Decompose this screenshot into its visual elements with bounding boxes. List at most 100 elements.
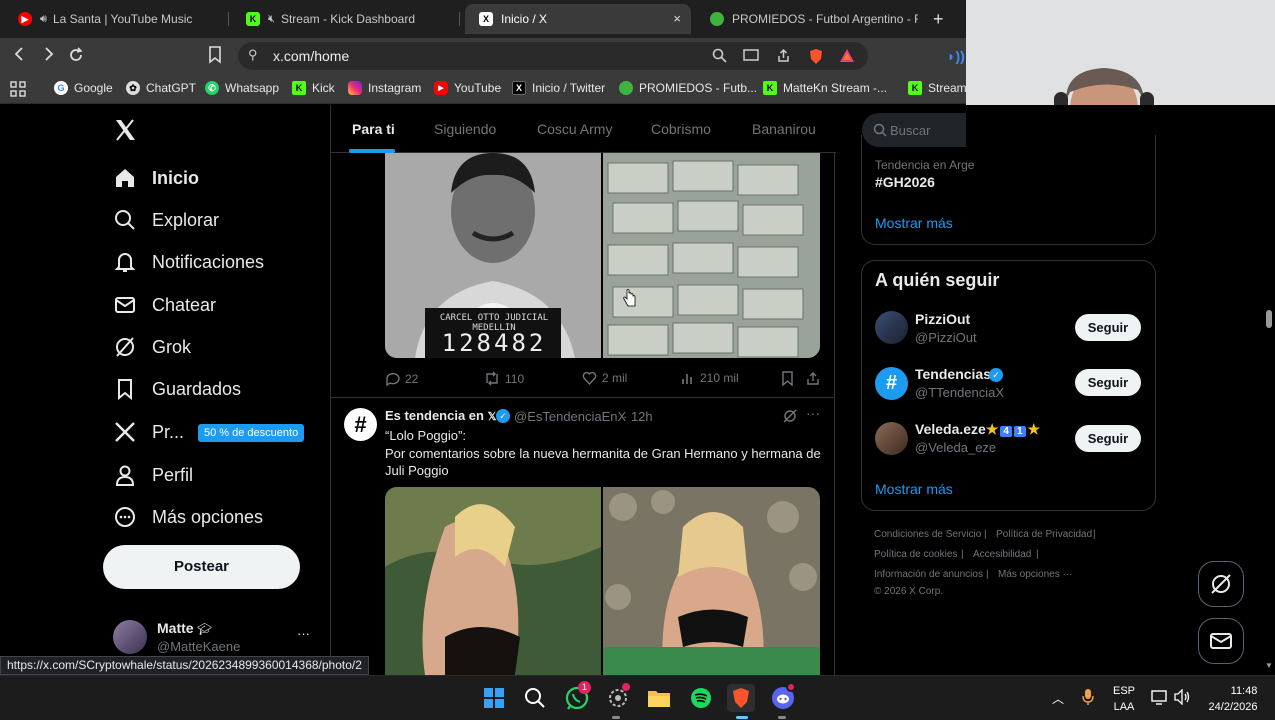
tab-promiedos[interactable]: PROMIEDOS - Futbol Argentino - Fixt [696, 4, 918, 34]
windows-start-icon[interactable] [480, 684, 508, 712]
suggestion-name[interactable]: Tendencias [915, 366, 991, 382]
input-language[interactable]: ESP [1112, 685, 1136, 697]
scrollbar-thumb[interactable] [1266, 310, 1272, 328]
tab-cobrismo[interactable]: Cobrismo [651, 121, 711, 137]
messages-fab-button[interactable] [1198, 618, 1244, 664]
zoom-icon[interactable] [710, 48, 728, 66]
tab-inicio-x[interactable]: X Inicio / X × [465, 4, 691, 34]
keyboard-layout[interactable]: LAA [1112, 701, 1136, 713]
apps-grid-icon[interactable] [10, 81, 26, 102]
leo-ai-icon[interactable]: ◗)) [947, 48, 965, 64]
post-button[interactable]: Postear [103, 545, 300, 589]
address-bar[interactable]: ⚲ x.com/home [238, 42, 868, 70]
footer-cookies-link[interactable]: Política de cookies [874, 549, 957, 560]
sidebar-item-perfil[interactable]: Perfil [112, 458, 193, 492]
footer-privacy-link[interactable]: Política de Privacidad [996, 529, 1092, 540]
x-logo-icon[interactable] [114, 119, 136, 146]
network-icon[interactable] [1151, 689, 1169, 710]
bookmark-page-button[interactable] [205, 46, 225, 66]
sidebar-item-grok[interactable]: Grok [112, 330, 191, 364]
show-hidden-icons-chevron-icon[interactable]: ︿ [1052, 690, 1064, 707]
bookmark-inicio-twitter[interactable]: X Inicio / Twitter [512, 81, 605, 95]
close-tab-icon[interactable]: × [673, 11, 681, 26]
forward-button[interactable] [38, 46, 58, 66]
avatar[interactable] [875, 311, 908, 344]
bookmark-youtube[interactable]: ▶ YouTube [434, 81, 501, 95]
trend-hashtag[interactable]: #GH2026 [875, 174, 935, 190]
post-image-money[interactable] [603, 153, 820, 358]
cast-icon[interactable] [742, 48, 760, 66]
avatar[interactable] [113, 620, 147, 654]
sidebar-item-mas-opciones[interactable]: Más opciones [112, 500, 263, 534]
bookmark-stream[interactable]: K Stream [908, 81, 967, 95]
page-scrollbar[interactable]: ▼ [1262, 105, 1275, 675]
tab-coscu-army[interactable]: Coscu Army [537, 121, 612, 137]
share-post-icon[interactable] [806, 371, 820, 391]
sidebar-item-explorar[interactable]: Explorar [112, 203, 219, 237]
taskbar-settings-icon[interactable] [604, 683, 632, 712]
avatar[interactable]: # [875, 367, 908, 400]
microphone-icon[interactable] [1082, 688, 1094, 711]
clock-date[interactable]: 24/2/2026 [1200, 701, 1266, 713]
post-more-icon[interactable]: ··· [806, 405, 820, 421]
taskbar-file-explorer-icon[interactable] [645, 684, 673, 712]
clock-time[interactable]: 11:48 [1222, 685, 1266, 697]
new-tab-button[interactable]: + [933, 9, 944, 30]
footer-accessibility-link[interactable]: Accesibilidad [973, 549, 1031, 560]
sidebar-item-premium[interactable]: Pr... [112, 415, 184, 449]
tab-bananirou[interactable]: Bananirou [752, 121, 816, 137]
bookmark-post-icon[interactable] [781, 371, 794, 391]
footer-ads-link[interactable]: Información de anuncios [874, 569, 983, 580]
brave-rewards-icon[interactable] [838, 48, 856, 66]
show-more-trends[interactable]: Mostrar más [875, 215, 953, 231]
bookmark-chatgpt[interactable]: ✿ ChatGPT [126, 81, 196, 95]
reload-button[interactable] [66, 46, 86, 66]
tab-youtube-music[interactable]: ▶ 🔊︎ La Santa | YouTube Music [4, 4, 229, 34]
sidebar-item-chatear[interactable]: Chatear [112, 288, 216, 322]
taskbar-search-icon[interactable] [521, 684, 549, 712]
site-info-icon[interactable]: ⚲ [248, 47, 258, 63]
views-button[interactable]: 210 mil [681, 371, 739, 385]
taskbar-spotify-icon[interactable] [687, 684, 715, 712]
suggestion-name[interactable]: Veleda.eze★ 4 1 ★ [915, 421, 1040, 438]
brave-shields-icon[interactable] [807, 48, 825, 66]
grok-fab-button[interactable] [1198, 561, 1244, 607]
reply-button[interactable]: 22 [385, 371, 418, 386]
repost-button[interactable]: 110 [484, 371, 524, 386]
follow-button[interactable]: Seguir [1075, 369, 1141, 396]
bookmark-promiedos[interactable]: PROMIEDOS - Futb... [619, 81, 757, 95]
sidebar-item-guardados[interactable]: Guardados [112, 372, 241, 406]
bookmark-mattekn-stream[interactable]: K MatteKn Stream -... [763, 81, 887, 95]
bookmark-instagram[interactable]: Instagram [348, 81, 421, 95]
post-image-left[interactable] [385, 487, 601, 675]
footer-terms-link[interactable]: Condiciones de Servicio [874, 529, 981, 540]
grok-explain-icon[interactable] [783, 409, 797, 428]
taskbar-whatsapp-icon[interactable]: 1 [563, 681, 591, 712]
back-button[interactable] [10, 46, 30, 66]
tab-kick-dashboard[interactable]: K 🔇︎ Stream - Kick Dashboard [232, 4, 460, 34]
taskbar-brave-icon[interactable] [727, 684, 755, 712]
premium-discount-badge[interactable]: 50 % de descuento [198, 424, 305, 442]
bookmark-whatsapp[interactable]: ✆ Whatsapp [205, 81, 279, 95]
bookmark-google[interactable]: G Google [54, 81, 113, 95]
post-image-mugshot[interactable]: CARCEL OTTO JUDICIAL MEDELLIN 128482 [385, 153, 601, 358]
bookmark-kick[interactable]: K Kick [292, 81, 335, 95]
like-button[interactable]: 2 mil [582, 371, 627, 385]
tab-para-ti[interactable]: Para ti [352, 121, 395, 137]
sidebar-item-notificaciones[interactable]: Notificaciones [112, 245, 264, 279]
tab-siguiendo[interactable]: Siguiendo [434, 121, 496, 137]
volume-icon[interactable] [1173, 688, 1191, 710]
post-avatar[interactable]: # [344, 408, 377, 441]
taskbar-discord-icon[interactable] [769, 682, 797, 712]
follow-button[interactable]: Seguir [1075, 314, 1141, 341]
suggestion-name[interactable]: PizziOut [915, 311, 970, 327]
share-icon[interactable] [774, 48, 792, 66]
show-more-suggestions[interactable]: Mostrar más [875, 481, 953, 497]
follow-button[interactable]: Seguir [1075, 425, 1141, 452]
post-image-right[interactable] [603, 487, 820, 675]
account-more-icon[interactable]: ··· [297, 626, 310, 641]
avatar[interactable] [875, 422, 908, 455]
post-author[interactable]: Es tendencia en 𝕏 [385, 408, 496, 423]
scroll-down-arrow-icon[interactable]: ▼ [1265, 661, 1273, 670]
footer-more-link[interactable]: Más opciones ··· [998, 569, 1072, 580]
